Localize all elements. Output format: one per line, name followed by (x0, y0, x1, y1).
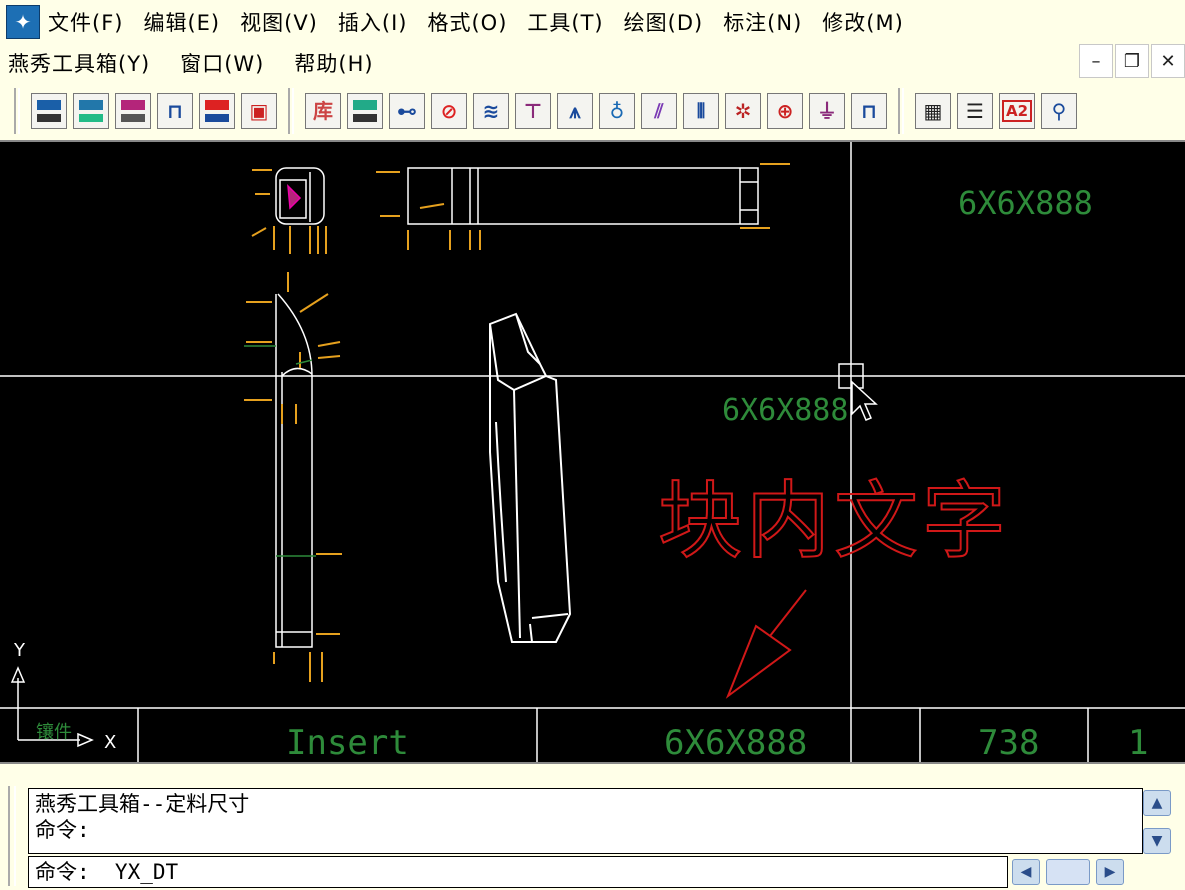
toolbar: ⊓ ▣ 库 ⊷ ⊘ ≋ ⊤ ⩚ ♁ ⫽ ⦀ ✲ ⊕ ⏚ ⊓ ▦ ☰ A2 ⚲ (0, 82, 1185, 142)
library-icon[interactable]: 库 (305, 93, 341, 129)
no-entry-icon[interactable]: ⊘ (431, 93, 467, 129)
title-block-cell-number: 738 (978, 723, 1039, 762)
block-text: 块内文字 (658, 472, 1010, 570)
mold-base-icon[interactable] (31, 93, 67, 129)
target-icon[interactable]: ⊕ (767, 93, 803, 129)
gear-icon[interactable]: ✲ (725, 93, 761, 129)
frame-icon[interactable]: ▣ (241, 93, 277, 129)
drawing-canvas[interactable]: 6X6X888 6X6X888 块内文字 Insert 6X6X888 738 … (0, 142, 1185, 762)
scroll-left-icon[interactable]: ◀ (1012, 859, 1040, 885)
dimension-marks-top (376, 163, 790, 250)
command-hscrollbar[interactable]: ◀ ▶ (1012, 858, 1142, 886)
drawing-svg: 6X6X888 6X6X888 块内文字 Insert 6X6X888 738 … (0, 142, 1185, 762)
mold-plate-icon[interactable] (73, 93, 109, 129)
ejector-icon[interactable] (115, 93, 151, 129)
menu-insert[interactable]: 插入(I) (338, 7, 408, 37)
bom-grid-icon[interactable]: ▦ (915, 93, 951, 129)
scroll-down-icon[interactable]: ▼ (1143, 828, 1171, 854)
part-small-view (275, 167, 325, 225)
close-icon[interactable]: ✕ (1151, 44, 1185, 78)
bracket-icon[interactable]: ⊓ (851, 93, 887, 129)
menu-modify[interactable]: 修改(M) (822, 7, 904, 37)
list-icon[interactable]: ☰ (957, 93, 993, 129)
ucs-tag: 镶件 (36, 722, 72, 743)
part-side-view (275, 293, 313, 648)
menu-format[interactable]: 格式(O) (427, 7, 507, 37)
runner-icon[interactable]: ⊓ (157, 93, 193, 129)
restore-icon[interactable]: ❐ (1115, 44, 1149, 78)
menu-dimension[interactable]: 标注(N) (723, 7, 802, 37)
menu-draw[interactable]: 绘图(D) (624, 7, 704, 37)
ucs-y-label: Y (13, 640, 26, 661)
part-top-view (407, 167, 759, 225)
command-grip[interactable] (8, 786, 16, 886)
slant-icon[interactable]: ⫽ (641, 93, 677, 129)
history-line: 燕秀工具箱--定料尺寸 (35, 792, 250, 816)
dimension-marks-side (244, 272, 342, 682)
scroll-thumb[interactable] (1046, 859, 1090, 885)
standard-part-icon[interactable] (347, 93, 383, 129)
sprue-icon[interactable]: ⩚ (557, 93, 593, 129)
screw-icon[interactable]: ⊤ (515, 93, 551, 129)
pin-icon[interactable]: ♁ (599, 93, 635, 129)
history-line: 命令: (35, 818, 90, 842)
zoom-icon[interactable]: ⚲ (1041, 93, 1077, 129)
plate-red-icon[interactable] (199, 93, 235, 129)
menu-tools[interactable]: 工具(T) (527, 7, 603, 37)
title-block-cell-count: 1 (1128, 723, 1148, 762)
window-controls: – ❐ ✕ (1077, 44, 1185, 80)
toolbar-grip[interactable] (288, 88, 294, 134)
spring-icon[interactable]: ≋ (473, 93, 509, 129)
line-icon[interactable]: ⊷ (389, 93, 425, 129)
paper-a2-icon[interactable]: A2 (999, 93, 1035, 129)
scroll-up-icon[interactable]: ▲ (1143, 790, 1171, 816)
part-isometric-view (489, 312, 572, 643)
menu-view[interactable]: 视图(V) (240, 7, 318, 37)
command-window: 燕秀工具箱--定料尺寸 命令: ▲ ▼ 命令: YX_DT ◀ ▶ (0, 762, 1185, 890)
toolbar-grip[interactable] (898, 88, 904, 134)
command-history: 燕秀工具箱--定料尺寸 命令: (28, 788, 1143, 854)
label-near-cursor: 6X6X888 (722, 393, 848, 428)
history-scrollbar[interactable]: ▲ ▼ (1143, 790, 1173, 854)
command-input[interactable]: 命令: YX_DT (28, 856, 1008, 888)
menu-bar-secondary: 燕秀工具箱(Y) 窗口(W) 帮助(H) (0, 44, 1185, 82)
label-top-right: 6X6X888 (958, 184, 1093, 222)
menu-bar-main: ✦ 文件(F) 编辑(E) 视图(V) 插入(I) 格式(O) 工具(T) 绘图… (0, 0, 1185, 44)
title-block-cell-insert: Insert (286, 723, 409, 762)
leader-arrow (725, 589, 807, 699)
title-block-cell-name: 6X6X888 (664, 723, 807, 762)
menu-window[interactable]: 窗口(W) (180, 48, 264, 78)
menu-yanxiu-toolbox[interactable]: 燕秀工具箱(Y) (8, 48, 150, 78)
menu-edit[interactable]: 编辑(E) (143, 7, 220, 37)
column-icon[interactable]: ⦀ (683, 93, 719, 129)
app-icon[interactable]: ✦ (6, 5, 40, 39)
mouse-cursor-icon (851, 380, 878, 421)
toolbar-grip[interactable] (14, 88, 20, 134)
menu-file[interactable]: 文件(F) (48, 7, 123, 37)
ucs-x-label: X (104, 732, 116, 753)
scroll-right-icon[interactable]: ▶ (1096, 859, 1124, 885)
minimize-icon[interactable]: – (1079, 44, 1113, 78)
green-dim-lines (244, 345, 316, 557)
menu-help[interactable]: 帮助(H) (294, 48, 373, 78)
dimension-marks-small (251, 169, 327, 254)
funnel-icon[interactable]: ⏚ (809, 93, 845, 129)
